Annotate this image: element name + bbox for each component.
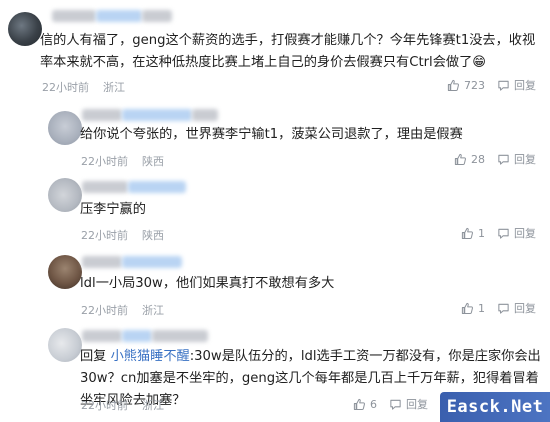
reply-button[interactable]: 回复 (497, 300, 536, 316)
like-button[interactable]: 28 (454, 153, 485, 166)
comment-time: 22小时前 (81, 155, 128, 168)
site-watermark: Easck.Net (440, 392, 550, 422)
comment-actions: 28 回复 (454, 151, 536, 167)
avatar[interactable] (48, 111, 82, 145)
comment-meta: 22小时前 浙江 (42, 79, 125, 95)
comment-actions: 6 回复 (353, 396, 428, 412)
comment-actions: 1 回复 (461, 300, 536, 316)
mention-link[interactable]: 小熊猫睡不醒 (111, 349, 190, 364)
thumbs-up-icon (461, 227, 473, 239)
username-badge-blurred (122, 256, 182, 268)
reply-label: 回复 (514, 302, 536, 315)
comment-location: 浙江 (142, 399, 164, 412)
like-count: 6 (370, 397, 377, 411)
reply-label: 回复 (406, 398, 428, 411)
like-count: 28 (471, 152, 485, 166)
comment-text: ldl一小局30w，他们如果真打不敢想有多大 (80, 276, 335, 291)
like-button[interactable]: 1 (461, 227, 485, 240)
username-badge-blurred (128, 181, 186, 193)
username-blurred[interactable] (82, 330, 122, 342)
thumbs-up-icon (461, 302, 473, 314)
comment-text: 压李宁赢的 (80, 202, 146, 217)
avatar[interactable] (48, 328, 82, 362)
comment-time: 22小时前 (42, 81, 89, 94)
comment-time: 22小时前 (81, 229, 128, 242)
like-count: 723 (464, 78, 485, 92)
username-blurred[interactable] (52, 10, 96, 22)
comment-meta: 22小时前 浙江 (81, 302, 164, 318)
comment-text: 给你说个夸张的，世界赛李宁输t1，菠菜公司退款了，理由是假赛 (80, 127, 463, 142)
user-tag-blurred (192, 109, 218, 121)
thumbs-up-icon (454, 153, 466, 165)
username-blurred[interactable] (82, 256, 122, 268)
user-tag-blurred (142, 10, 172, 22)
comment-meta: 22小时前 浙江 (81, 397, 164, 413)
reply-label: 回复 (514, 153, 536, 166)
username-badge-blurred (122, 330, 152, 342)
comment-location: 浙江 (142, 304, 164, 317)
username-badge-blurred (122, 109, 192, 121)
comment-actions: 723 回复 (447, 77, 536, 93)
comment-location: 浙江 (103, 81, 125, 94)
thumbs-up-icon (353, 398, 365, 410)
like-button[interactable]: 6 (353, 398, 377, 411)
reply-icon (390, 399, 401, 410)
avatar[interactable] (48, 178, 82, 212)
reply-icon (498, 303, 509, 314)
comment-time: 22小时前 (81, 304, 128, 317)
like-button[interactable]: 1 (461, 302, 485, 315)
avatar[interactable] (48, 255, 82, 289)
reply-icon (498, 154, 509, 165)
like-count: 1 (478, 226, 485, 240)
reply-button[interactable]: 回复 (497, 151, 536, 167)
like-button[interactable]: 723 (447, 79, 485, 92)
reply-label: 回复 (514, 79, 536, 92)
username-badge-blurred (96, 10, 142, 22)
comment-time: 22小时前 (81, 399, 128, 412)
comment-location: 陕西 (142, 155, 164, 168)
reply-button[interactable]: 回复 (497, 225, 536, 241)
reply-icon (498, 228, 509, 239)
like-count: 1 (478, 301, 485, 315)
reply-button[interactable]: 回复 (497, 77, 536, 93)
comment-location: 陕西 (142, 229, 164, 242)
comment-meta: 22小时前 陕西 (81, 153, 164, 169)
thumbs-up-icon (447, 79, 459, 91)
avatar[interactable] (8, 12, 42, 46)
reply-label: 回复 (514, 227, 536, 240)
reply-icon (498, 80, 509, 91)
comment-actions: 1 回复 (461, 225, 536, 241)
username-blurred[interactable] (82, 109, 122, 121)
comment-meta: 22小时前 陕西 (81, 227, 164, 243)
reply-button[interactable]: 回复 (389, 396, 428, 412)
reply-prefix: 回复 (80, 349, 107, 364)
username-blurred[interactable] (82, 181, 128, 193)
user-tag-blurred (152, 330, 208, 342)
comment-text: 信的人有福了，geng这个薪资的选手，打假赛才能赚几个？今年先锋赛t1没去，收视… (40, 33, 536, 70)
